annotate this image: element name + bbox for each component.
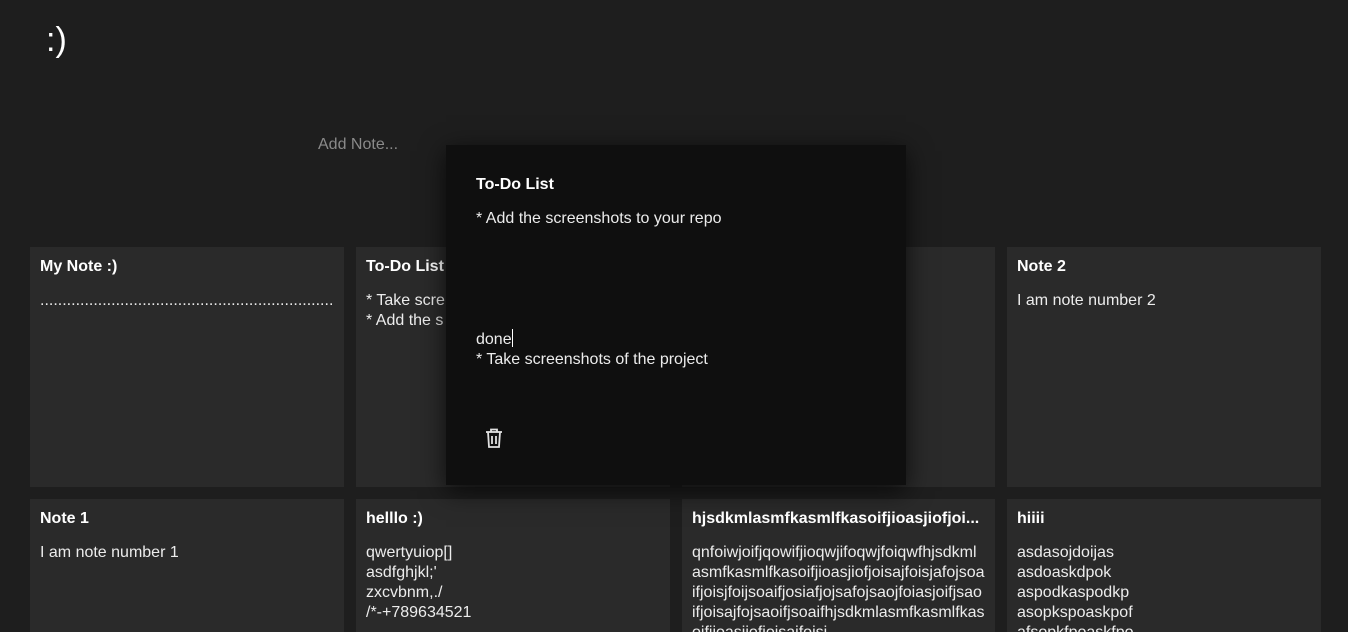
app-logo: :) — [46, 21, 67, 59]
modal-body-text-rest: * Take screenshots of the project — [476, 351, 708, 368]
note-body: asdasojdoijas asdoaskdpok aspodkaspodkp … — [1017, 544, 1134, 632]
note-body: ........................................… — [40, 292, 334, 309]
note-title: Note 2 — [1017, 259, 1066, 275]
note-body: qnfoiwjoifjqowifjioqwjifoqwjfoiqwfhjsdkm… — [692, 544, 985, 632]
text-caret — [511, 329, 513, 347]
note-card[interactable]: My Note :) .............................… — [30, 247, 344, 487]
note-card[interactable]: Note 2 I am note number 2 — [1007, 247, 1321, 487]
note-card[interactable]: Note 1 I am note number 1 — [30, 499, 344, 632]
modal-body-text: * Add the screenshots to your repo done — [476, 210, 722, 348]
note-title: helllo :) — [366, 511, 423, 527]
note-body: I am note number 1 — [40, 544, 179, 561]
note-title: hiiii — [1017, 511, 1045, 527]
note-title: My Note :) — [40, 259, 118, 275]
note-card[interactable]: hiiii asdasojdoijas asdoaskdpok aspodkas… — [1007, 499, 1321, 632]
note-card[interactable]: hjsdkmlasmfkasmlfkasoifjioasjiofjoi... q… — [682, 499, 995, 632]
add-note-input[interactable]: Add Note... — [318, 135, 398, 155]
edit-note-modal: To-Do List * Add the screenshots to your… — [446, 145, 906, 485]
modal-title-input[interactable]: To-Do List — [476, 177, 876, 193]
modal-body-textarea[interactable]: * Add the screenshots to your repo done … — [476, 209, 876, 409]
trash-icon[interactable] — [484, 427, 504, 449]
note-title: hjsdkmlasmfkasmlfkasoifjioasjiofjoi... — [692, 511, 980, 527]
note-body: I am note number 2 — [1017, 292, 1156, 309]
note-title: Note 1 — [40, 511, 89, 527]
note-card[interactable]: helllo :) qwertyuiop[] asdfghjkl;' zxcvb… — [356, 499, 670, 632]
note-body: qwertyuiop[] asdfghjkl;' zxcvbnm,./ /*-+… — [366, 544, 472, 621]
